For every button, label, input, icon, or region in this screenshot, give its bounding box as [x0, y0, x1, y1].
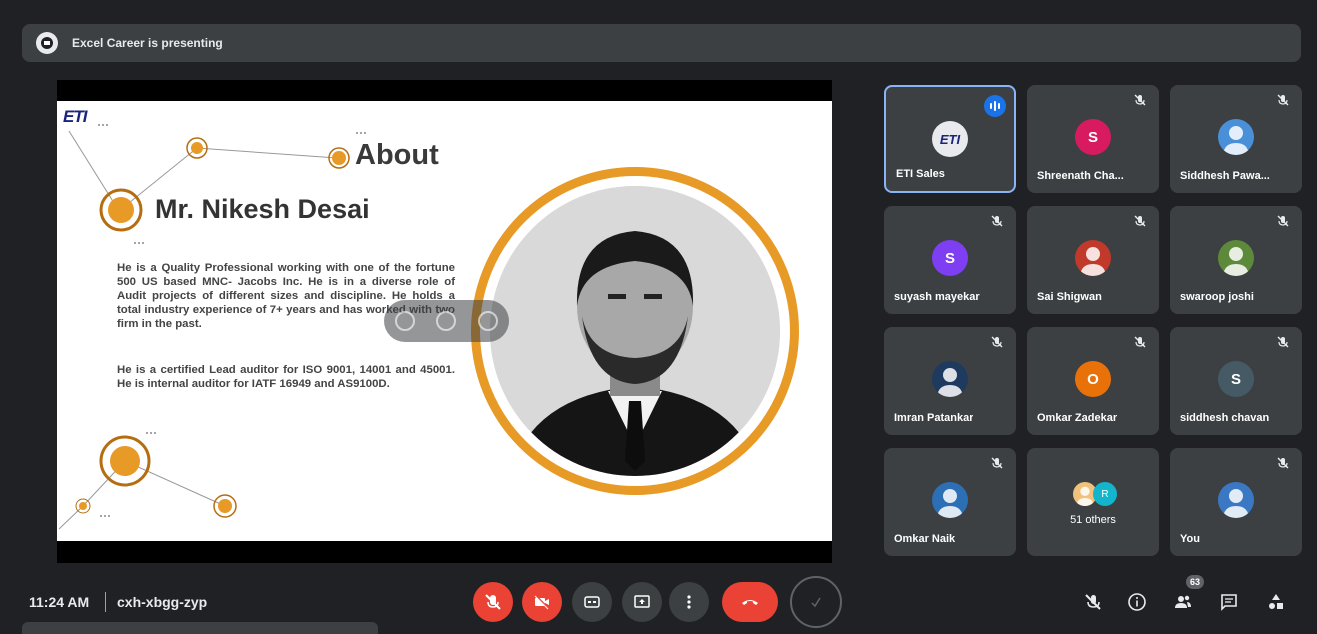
clock-time: 11:24 AM [29, 594, 90, 610]
participant-tile[interactable]: R 51 others [1027, 448, 1159, 556]
participant-name: Shreenath Cha... [1037, 170, 1124, 182]
participant-tile[interactable]: Imran Patankar [884, 327, 1016, 435]
activities-button[interactable] [1265, 591, 1287, 613]
presenting-banner: Excel Career is presenting [22, 24, 1301, 62]
mic-off-icon [1276, 93, 1290, 107]
mic-toggle-button[interactable] [473, 582, 513, 622]
participant-tile[interactable]: Ssiddhesh chavan [1170, 327, 1302, 435]
participants-count-badge: 63 [1186, 575, 1204, 589]
presenting-text: Excel Career is presenting [72, 36, 223, 50]
presenter-avatar-icon [36, 32, 58, 54]
mic-off-icon[interactable] [394, 311, 415, 331]
participant-avatar [932, 482, 968, 518]
speaker-portrait [490, 186, 780, 476]
camera-toggle-button[interactable] [522, 582, 562, 622]
participant-name: Siddhesh Pawa... [1180, 170, 1270, 182]
more-options-button[interactable] [669, 582, 709, 622]
mic-off-icon [990, 214, 1004, 228]
chat-icon [1221, 594, 1237, 611]
bottom-separator [105, 592, 106, 612]
participant-tile[interactable]: S Shreenath Cha... [1027, 85, 1159, 193]
participant-name: Omkar Naik [894, 533, 956, 545]
participant-name: 51 others [1070, 514, 1116, 526]
mic-off-icon [1085, 594, 1101, 610]
participant-avatar: O [1075, 361, 1111, 397]
participant-name: You [1180, 533, 1200, 545]
participant-avatar [1218, 240, 1254, 276]
leave-call-button[interactable] [722, 582, 778, 622]
people-icon [1175, 595, 1191, 608]
participant-name: Imran Patankar [894, 412, 974, 424]
check-icon [811, 597, 821, 608]
presentation-slide: ETI About Mr. Nikesh Desai He is a Quali… [57, 101, 832, 541]
participant-name: swaroop joshi [1180, 291, 1254, 303]
slide-speaker-name: Mr. Nikesh Desai [155, 194, 370, 224]
participant-name: suyash mayekar [894, 291, 980, 303]
speaking-indicator-icon [984, 95, 1006, 117]
slide-about-heading: About [355, 139, 439, 171]
participant-avatar [1075, 240, 1111, 276]
participant-name: Sai Shigwan [1037, 291, 1102, 303]
present-icon [634, 595, 650, 608]
mic-off-icon [990, 335, 1004, 349]
participant-name: ETI Sales [896, 168, 945, 180]
mic-off-icon [1133, 214, 1147, 228]
participant-avatar: S [1218, 361, 1254, 397]
more-icon[interactable] [478, 311, 499, 331]
chat-button[interactable] [1218, 591, 1240, 613]
meet-window: Excel Career is presenting ETI About Mr.… [0, 0, 1317, 634]
more-vert-icon [687, 595, 691, 609]
eti-logo: ETI [63, 107, 87, 126]
present-screen-button[interactable] [622, 582, 662, 622]
mic-off-icon [990, 456, 1004, 470]
host-mute-button[interactable] [1082, 591, 1104, 613]
participant-tile[interactable]: Sai Shigwan [1027, 206, 1159, 314]
participant-tile[interactable]: swaroop joshi [1170, 206, 1302, 314]
expand-icon[interactable] [436, 311, 457, 331]
participant-name: Omkar Zadekar [1037, 412, 1118, 424]
phone-hangup-icon [742, 600, 758, 605]
participant-tile[interactable]: Ssuyash mayekar [884, 206, 1016, 314]
mic-off-icon [1276, 456, 1290, 470]
participant-avatar [932, 361, 968, 397]
participant-avatar: S [1075, 119, 1111, 155]
browser-tab-strip [22, 622, 378, 634]
activities-icon [1269, 594, 1283, 609]
participant-tile[interactable]: O Omkar Zadekar [1027, 327, 1159, 435]
mic-off-icon [1276, 214, 1290, 228]
participant-name: siddhesh chavan [1180, 412, 1270, 424]
participant-avatar: ETI [932, 121, 968, 157]
info-icon [1128, 593, 1146, 611]
participant-tile[interactable]: Siddhesh Pawa... [1170, 85, 1302, 193]
participant-avatar [1218, 482, 1254, 518]
camera-off-icon [534, 594, 550, 610]
participant-tile[interactable]: Omkar Naik [884, 448, 1016, 556]
slide-paragraph-2: He is a certified Lead auditor for ISO 9… [117, 364, 455, 390]
people-button[interactable] [1172, 591, 1194, 613]
participant-tile[interactable]: You [1170, 448, 1302, 556]
participant-avatar: S [932, 240, 968, 276]
mic-off-icon [1276, 335, 1290, 349]
mic-off-icon [485, 594, 501, 610]
mic-off-icon [1133, 335, 1147, 349]
reaction-button[interactable] [790, 576, 842, 628]
mic-off-icon [1133, 93, 1147, 107]
slide-overlay-controls[interactable] [384, 300, 509, 342]
presentation-stage: ETI About Mr. Nikesh Desai He is a Quali… [57, 80, 832, 563]
meeting-code: cxh-xbgg-zyp [117, 594, 208, 610]
captions-button[interactable] [572, 582, 612, 622]
others-mini-avatar: R [1093, 482, 1117, 506]
participant-avatar [1218, 119, 1254, 155]
participant-tile[interactable]: ETI ETI Sales [884, 85, 1016, 193]
captions-icon [584, 596, 600, 608]
meeting-details-button[interactable] [1126, 591, 1148, 613]
